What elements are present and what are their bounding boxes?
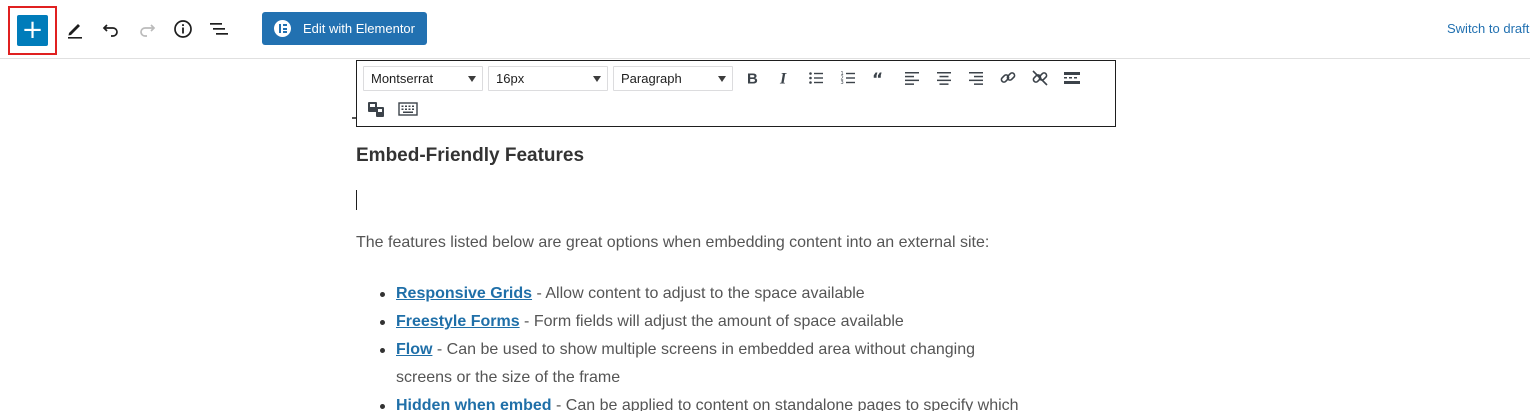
feature-description-continued: screens or the size of the frame: [396, 369, 621, 386]
add-block-highlight: +: [8, 6, 57, 55]
blockquote-icon[interactable]: “: [867, 65, 893, 91]
align-center-icon[interactable]: [931, 65, 957, 91]
pencil-icon[interactable]: [62, 16, 88, 42]
editor-top-toolbar: + Edit with Elementor Switch to draft: [0, 0, 1530, 59]
svg-text:B: B: [747, 71, 758, 87]
font-family-select[interactable]: Montserrat: [363, 66, 483, 91]
keyboard-toolbar-toggle-icon[interactable]: [395, 96, 421, 122]
feature-description: - Allow content to adjust to the space a…: [532, 285, 865, 302]
align-left-icon[interactable]: [899, 65, 925, 91]
feature-link-hidden-when-embed[interactable]: Hidden when embed: [396, 397, 552, 411]
feature-link-flow[interactable]: Flow: [396, 341, 432, 358]
feature-link-responsive-grids[interactable]: Responsive Grids: [396, 285, 532, 302]
bullet-list-icon[interactable]: [803, 65, 829, 91]
list-item[interactable]: Flow - Can be used to show multiple scre…: [380, 336, 1116, 392]
list-item[interactable]: Hidden when embed - Can be applied to co…: [380, 392, 1116, 411]
classic-editor-toolbar: Montserrat 16px Paragraph B I 123 “: [356, 60, 1116, 127]
switch-to-draft-link[interactable]: Switch to draft: [1447, 21, 1529, 36]
feature-link-freestyle-forms[interactable]: Freestyle Forms: [396, 313, 520, 330]
font-family-value: Montserrat: [371, 71, 434, 86]
remove-link-icon[interactable]: [1027, 65, 1053, 91]
undo-icon[interactable]: [98, 16, 124, 42]
add-block-button[interactable]: +: [17, 15, 48, 46]
align-right-icon[interactable]: [963, 65, 989, 91]
insert-link-icon[interactable]: [995, 65, 1021, 91]
edit-with-elementor-button[interactable]: Edit with Elementor: [262, 12, 427, 45]
redo-icon[interactable]: [134, 16, 160, 42]
shortcode-icon[interactable]: [363, 96, 389, 122]
intro-paragraph[interactable]: The features listed below are great opti…: [356, 234, 989, 252]
svg-text:I: I: [779, 71, 787, 87]
edit-with-elementor-label: Edit with Elementor: [303, 21, 415, 36]
info-icon[interactable]: [170, 16, 196, 42]
bold-icon[interactable]: B: [739, 65, 765, 91]
list-view-icon[interactable]: [206, 16, 232, 42]
svg-text:3: 3: [841, 80, 844, 86]
elementor-logo-icon: [274, 20, 291, 37]
font-size-select[interactable]: 16px: [488, 66, 608, 91]
italic-icon[interactable]: I: [771, 65, 797, 91]
svg-text:“: “: [872, 70, 883, 86]
feature-description: - Can be applied to content on standalon…: [551, 397, 1019, 411]
format-value: Paragraph: [621, 71, 682, 86]
feature-description: - Can be used to show multiple screens i…: [432, 341, 975, 358]
list-item[interactable]: Freestyle Forms - Form fields will adjus…: [380, 308, 1116, 336]
features-list: Responsive Grids - Allow content to adju…: [380, 280, 1116, 411]
block-separator-mark: [352, 117, 356, 119]
read-more-icon[interactable]: [1059, 65, 1085, 91]
numbered-list-icon[interactable]: 123: [835, 65, 861, 91]
feature-description: - Form fields will adjust the amount of …: [519, 313, 904, 330]
format-select[interactable]: Paragraph: [613, 66, 733, 91]
content-heading[interactable]: Embed-Friendly Features: [356, 145, 584, 167]
text-cursor: [356, 190, 357, 210]
list-item[interactable]: Responsive Grids - Allow content to adju…: [380, 280, 1116, 308]
font-size-value: 16px: [496, 71, 525, 86]
